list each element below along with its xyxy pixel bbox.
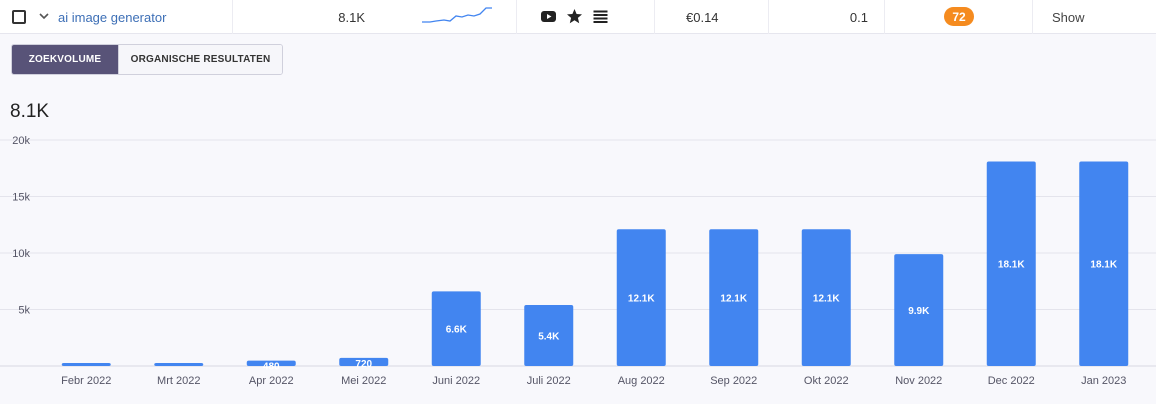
- x-tick-label: Juli 2022: [527, 375, 571, 387]
- chart-bar: [154, 363, 204, 366]
- keyword-link[interactable]: ai image generator: [58, 0, 166, 34]
- bar-data-label: 9.9K: [908, 306, 930, 317]
- bar-data-label: 6.6K: [446, 325, 468, 336]
- search-volume: 8.1K: [338, 9, 365, 25]
- bar-data-label: 720: [355, 359, 372, 370]
- show-link[interactable]: Show: [1052, 0, 1085, 34]
- youtube-icon: [541, 11, 556, 22]
- search-volume-chart: 5k 10k 15k 20k Febr 2022 Mrt 2022 480 Apr 2022 7…: [0, 135, 1156, 387]
- x-tick-label: Dec 2022: [988, 375, 1035, 387]
- x-tick-label: Nov 2022: [895, 375, 942, 387]
- competition-value: 0.1: [849, 9, 868, 25]
- column-divider: [232, 0, 233, 34]
- column-divider: [768, 0, 769, 34]
- bar-data-label: 12.1K: [628, 294, 655, 305]
- chart-bar: [61, 363, 111, 366]
- bar-data-label: 5.4K: [538, 331, 560, 342]
- tab-zoekvolume[interactable]: ZOEKVOLUME: [12, 45, 118, 74]
- chart-tabs: ZOEKVOLUME ORGANISCHE RESULTATEN: [11, 44, 283, 75]
- trend-sparkline: [422, 7, 492, 23]
- y-tick-label: 10k: [12, 248, 30, 260]
- x-tick-label: Jan 2023: [1081, 375, 1126, 387]
- column-divider: [516, 0, 517, 34]
- keyword-row: ai image generator 8.1K €0.14 0.1 72 Sho…: [0, 0, 1156, 34]
- column-divider: [1032, 0, 1033, 34]
- difficulty-badge: 72: [944, 7, 974, 26]
- row-checkbox[interactable]: [12, 10, 26, 24]
- summary-volume: 8.1K: [10, 101, 50, 122]
- column-divider: [884, 0, 885, 34]
- serp-feature-icons: [540, 8, 609, 25]
- x-tick-label: Mrt 2022: [157, 375, 200, 387]
- chevron-down-icon[interactable]: [38, 9, 50, 23]
- column-divider: [654, 0, 655, 34]
- y-tick-label: 15k: [12, 192, 30, 204]
- bar-data-label: 12.1K: [720, 294, 747, 305]
- y-tick-label: 5k: [18, 305, 30, 317]
- x-tick-label: Aug 2022: [618, 375, 665, 387]
- bar-data-label: 18.1K: [1090, 260, 1117, 271]
- x-tick-label: Apr 2022: [249, 375, 294, 387]
- bar-data-label: 12.1K: [813, 294, 840, 305]
- x-tick-label: Mei 2022: [341, 375, 386, 387]
- x-tick-label: Febr 2022: [61, 375, 111, 387]
- x-tick-label: Sep 2022: [710, 375, 757, 387]
- y-tick-label: 20k: [12, 135, 30, 147]
- list-icon: [593, 10, 608, 23]
- star-icon: [567, 9, 582, 24]
- x-tick-label: Okt 2022: [804, 375, 849, 387]
- tab-organische-resultaten[interactable]: ORGANISCHE RESULTATEN: [118, 45, 282, 74]
- bar-data-label: 480: [263, 362, 280, 373]
- bar-data-label: 18.1K: [998, 260, 1025, 271]
- cpc-value: €0.14: [686, 9, 719, 25]
- x-tick-label: Juni 2022: [432, 375, 480, 387]
